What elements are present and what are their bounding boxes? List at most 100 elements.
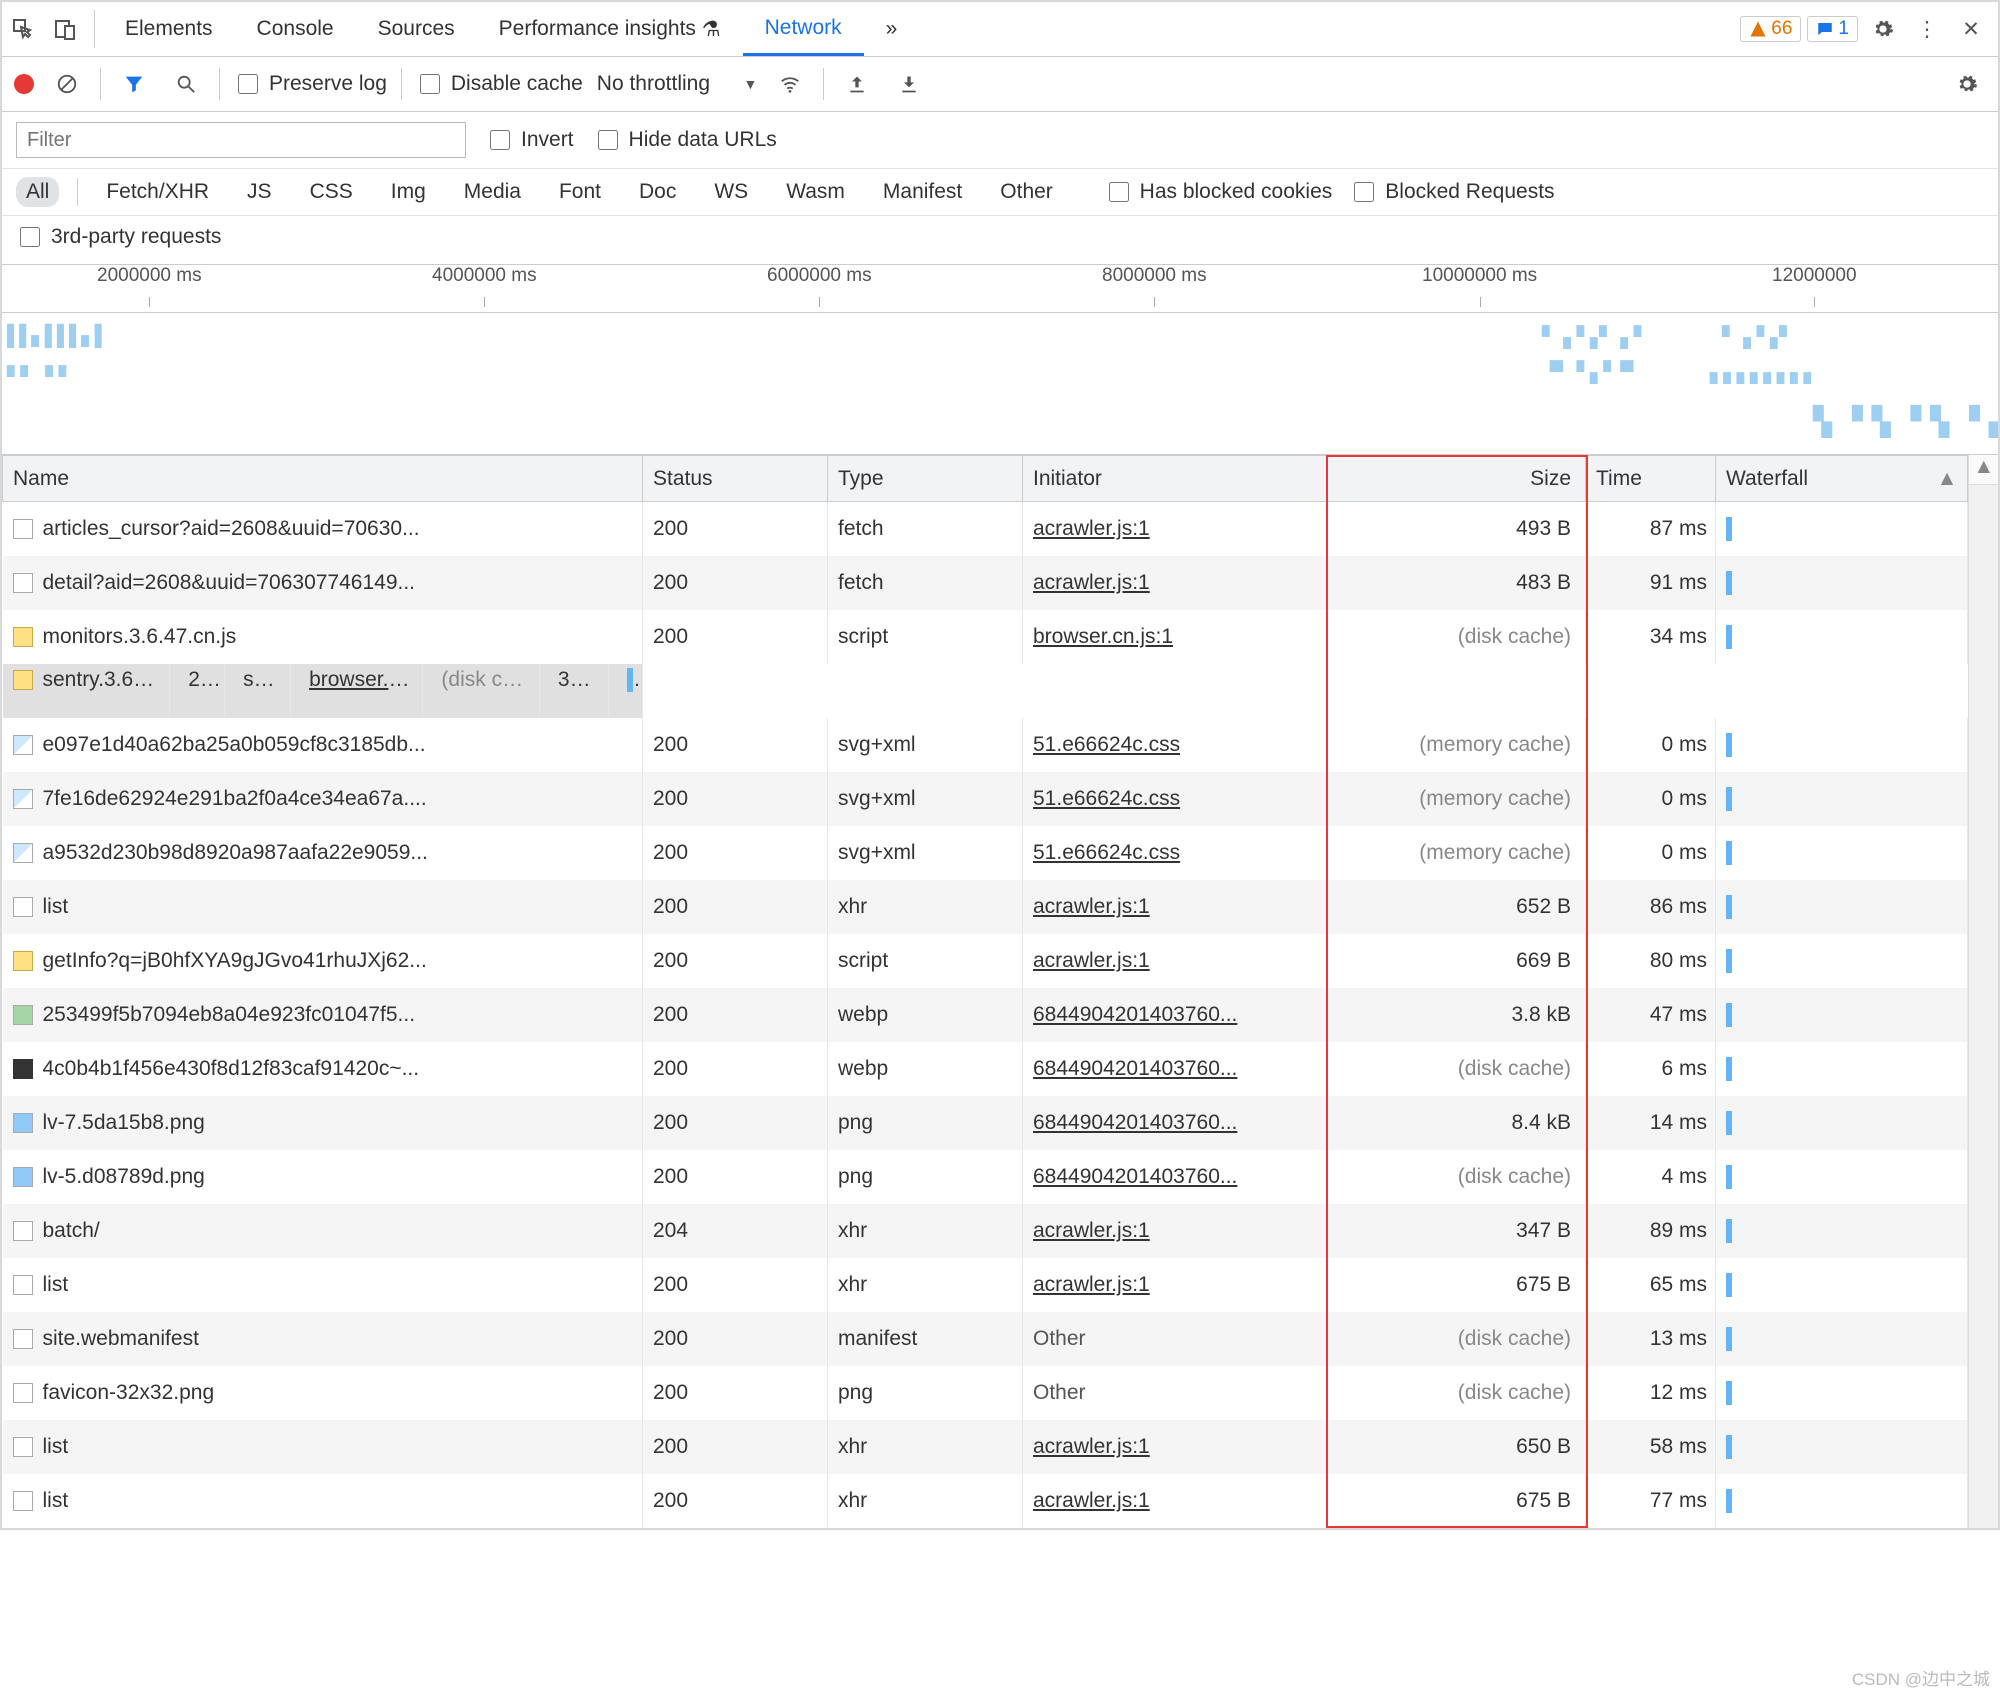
waterfall-cell (1716, 502, 1968, 556)
third-party-checkbox[interactable]: 3rd-party requests (16, 224, 221, 250)
download-har-icon[interactable] (890, 65, 928, 103)
search-icon[interactable] (167, 65, 205, 103)
initiator-cell[interactable]: 6844904201403760... (1023, 1042, 1328, 1096)
timeline-overview[interactable]: 2000000 ms 4000000 ms 6000000 ms 8000000… (2, 265, 1998, 455)
col-header-size[interactable]: Size (1328, 456, 1586, 502)
table-row[interactable]: getInfo?q=jB0hfXYA9gJGvo41rhuJXj62...200… (3, 934, 1968, 988)
table-row[interactable]: list200xhracrawler.js:1675 B65 ms (3, 1258, 1968, 1312)
filter-font[interactable]: Font (549, 177, 611, 207)
initiator-cell[interactable]: 51.e66624c.css (1023, 826, 1328, 880)
initiator-cell[interactable]: 51.e66624c.css (1023, 718, 1328, 772)
file-type-icon (13, 573, 33, 593)
initiator-cell[interactable]: acrawler.js:1 (1023, 556, 1328, 610)
tab-console[interactable]: Console (235, 2, 356, 56)
activity-cluster: ▝▘▝▗▝ ▝▘ (1542, 360, 1639, 385)
settings-gear-icon[interactable] (1864, 10, 1902, 48)
separator (401, 68, 402, 100)
table-row[interactable]: list200xhracrawler.js:1650 B58 ms (3, 1420, 1968, 1474)
activity-cluster: ▘▘ ▝▝ (7, 365, 64, 390)
device-toggle-icon[interactable] (44, 2, 86, 56)
kebab-menu-icon[interactable]: ⋮ (1908, 10, 1946, 48)
tab-network[interactable]: Network (743, 2, 864, 56)
initiator-cell[interactable]: 6844904201403760... (1023, 1150, 1328, 1204)
filter-wasm[interactable]: Wasm (776, 177, 855, 207)
initiator-cell[interactable]: acrawler.js:1 (1023, 1474, 1328, 1528)
filter-input[interactable] (16, 122, 466, 158)
table-row[interactable]: detail?aid=2608&uuid=706307746149...200f… (3, 556, 1968, 610)
col-header-time[interactable]: Time (1586, 456, 1716, 502)
initiator-cell[interactable]: Other (1023, 1312, 1328, 1366)
table-scrollbar[interactable]: ▲ (1968, 455, 1998, 1528)
blocked-cookies-checkbox[interactable]: Has blocked cookies (1105, 179, 1333, 205)
filter-all[interactable]: All (16, 177, 59, 207)
filter-funnel-icon[interactable] (115, 65, 153, 103)
initiator-cell[interactable]: acrawler.js:1 (1023, 502, 1328, 556)
table-row[interactable]: list200xhracrawler.js:1675 B77 ms (3, 1474, 1968, 1528)
table-row[interactable]: e097e1d40a62ba25a0b059cf8c3185db...200sv… (3, 718, 1968, 772)
table-row[interactable]: sentry.3.6.47.cn.js200scriptbrowser.cn.j… (3, 664, 643, 718)
disable-cache-checkbox[interactable]: Disable cache (416, 71, 583, 97)
waterfall-bar (1726, 1273, 1732, 1297)
initiator-cell[interactable]: browser.cn.js:1 (1023, 610, 1328, 664)
upload-har-icon[interactable] (838, 65, 876, 103)
table-row[interactable]: list200xhracrawler.js:1652 B86 ms (3, 880, 1968, 934)
initiator-cell[interactable]: 6844904201403760... (1023, 1096, 1328, 1150)
filter-manifest[interactable]: Manifest (873, 177, 972, 207)
network-settings-gear-icon[interactable] (1948, 65, 1986, 103)
table-row[interactable]: articles_cursor?aid=2608&uuid=70630...20… (3, 502, 1968, 556)
record-button[interactable] (14, 74, 34, 94)
table-row[interactable]: monitors.3.6.47.cn.js200scriptbrowser.cn… (3, 610, 1968, 664)
filter-doc[interactable]: Doc (629, 177, 686, 207)
filter-fetch-xhr[interactable]: Fetch/XHR (96, 177, 219, 207)
col-header-name[interactable]: Name (3, 456, 643, 502)
initiator-cell[interactable]: acrawler.js:1 (1023, 1204, 1328, 1258)
preserve-log-checkbox[interactable]: Preserve log (234, 71, 387, 97)
table-row[interactable]: a9532d230b98d8920a987aafa22e9059...200sv… (3, 826, 1968, 880)
table-row[interactable]: lv-5.d08789d.png200png6844904201403760..… (3, 1150, 1968, 1204)
initiator-cell[interactable]: 6844904201403760... (1023, 988, 1328, 1042)
tab-elements[interactable]: Elements (103, 2, 235, 56)
hide-data-urls-checkbox[interactable]: Hide data URLs (594, 127, 777, 153)
tab-sources[interactable]: Sources (356, 2, 477, 56)
table-row[interactable]: 4c0b4b1f456e430f8d12f83caf91420c~...200w… (3, 1042, 1968, 1096)
filter-js[interactable]: JS (237, 177, 282, 207)
throttling-select[interactable]: No throttling ▼ (597, 72, 758, 96)
table-row[interactable]: lv-7.5da15b8.png200png6844904201403760..… (3, 1096, 1968, 1150)
initiator-cell[interactable]: 51.e66624c.css (1023, 772, 1328, 826)
filter-media[interactable]: Media (454, 177, 531, 207)
initiator-cell[interactable]: Other (1023, 1366, 1328, 1420)
waterfall-bar (1726, 733, 1732, 757)
issues-warning-badge[interactable]: 66 (1740, 16, 1801, 42)
blocked-requests-checkbox[interactable]: Blocked Requests (1350, 179, 1554, 205)
col-header-type[interactable]: Type (828, 456, 1023, 502)
col-header-initiator[interactable]: Initiator (1023, 456, 1328, 502)
initiator-cell[interactable]: browser.cn.js:1 (299, 664, 423, 718)
table-row[interactable]: site.webmanifest200manifestOther(disk ca… (3, 1312, 1968, 1366)
filter-img[interactable]: Img (381, 177, 436, 207)
filter-other[interactable]: Other (990, 177, 1063, 207)
waterfall-bar (1726, 1381, 1732, 1405)
close-devtools-icon[interactable]: ✕ (1952, 10, 1990, 48)
table-row[interactable]: favicon-32x32.png200pngOther(disk cache)… (3, 1366, 1968, 1420)
table-row[interactable]: 253499f5b7094eb8a04e923fc01047f5...200we… (3, 988, 1968, 1042)
clear-icon[interactable] (48, 65, 86, 103)
col-header-waterfall[interactable]: Waterfall▲ (1716, 456, 1968, 502)
wifi-conditions-icon[interactable] (771, 65, 809, 103)
table-row[interactable]: batch/204xhracrawler.js:1347 B89 ms (3, 1204, 1968, 1258)
tab-performance-insights[interactable]: Performance insights ⚗ (477, 2, 743, 56)
tabs-overflow[interactable]: » (864, 2, 920, 56)
col-header-status[interactable]: Status (643, 456, 828, 502)
messages-badge[interactable]: 1 (1807, 16, 1858, 42)
filter-css[interactable]: CSS (300, 177, 363, 207)
initiator-cell[interactable]: acrawler.js:1 (1023, 934, 1328, 988)
initiator-cell[interactable]: acrawler.js:1 (1023, 1420, 1328, 1474)
invert-checkbox[interactable]: Invert (486, 127, 574, 153)
request-name: sentry.3.6.47.cn.js (43, 668, 171, 691)
inspect-element-icon[interactable] (2, 2, 44, 56)
status-cell: 200 (643, 1096, 828, 1150)
initiator-cell[interactable]: acrawler.js:1 (1023, 880, 1328, 934)
waterfall-cell (1716, 1258, 1968, 1312)
filter-ws[interactable]: WS (704, 177, 758, 207)
table-row[interactable]: 7fe16de62924e291ba2f0a4ce34ea67a....200s… (3, 772, 1968, 826)
initiator-cell[interactable]: acrawler.js:1 (1023, 1258, 1328, 1312)
